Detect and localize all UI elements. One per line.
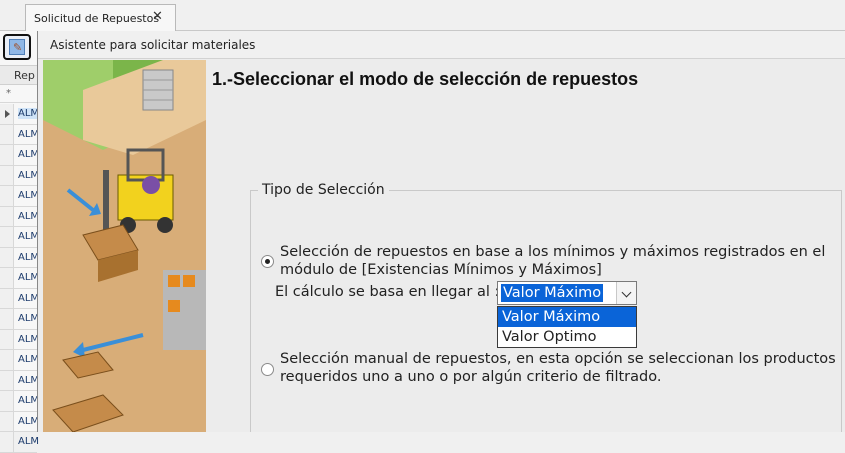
table-cell: ALM	[18, 210, 40, 222]
row-indicator[interactable]	[0, 411, 14, 431]
wizard-window: Asistente para solicitar materiales 1.-S…	[37, 31, 845, 432]
wizard-title-bar: Asistente para solicitar materiales	[38, 31, 845, 59]
table-row[interactable]: ALM	[0, 247, 40, 268]
row-indicator[interactable]	[0, 165, 14, 185]
table-cell: ALM	[18, 251, 40, 263]
option-minmax-line1: Selección de repuestos en base a los mín…	[280, 244, 826, 260]
table-cell: ALM	[18, 272, 40, 283]
table-cell: ALM	[18, 313, 40, 324]
table-cell: ALM	[18, 292, 40, 304]
wizard-title: Asistente para solicitar materiales	[50, 38, 256, 52]
table-cell: ALM	[18, 231, 40, 242]
wand-icon: ✎	[9, 39, 25, 55]
combo-dropdown-list: Valor Máximo Valor Optimo	[497, 306, 637, 348]
chevron-down-icon[interactable]	[616, 282, 636, 304]
table-row[interactable]: ALM	[0, 309, 40, 330]
table-row[interactable]: ALM	[0, 104, 40, 125]
row-indicator[interactable]	[0, 432, 14, 452]
row-indicator[interactable]	[0, 104, 14, 124]
row-indicator[interactable]	[0, 145, 14, 165]
radio-manual[interactable]	[261, 363, 274, 376]
grid-new-row[interactable]: *	[0, 87, 37, 103]
row-indicator[interactable]	[0, 186, 14, 206]
table-cell: ALM	[18, 436, 40, 447]
option-manual-line1: Selección manual de repuestos, en esta o…	[280, 351, 836, 367]
table-cell: ALM	[18, 333, 40, 345]
row-indicator[interactable]	[0, 206, 14, 226]
table-row[interactable]: ALM	[0, 432, 40, 453]
row-indicator[interactable]	[0, 268, 14, 288]
table-row[interactable]: ALM	[0, 288, 40, 309]
radio-minmax[interactable]	[261, 255, 274, 268]
table-row[interactable]: ALM	[0, 391, 40, 412]
table-row[interactable]: ALM	[0, 165, 40, 186]
row-indicator[interactable]	[0, 227, 14, 247]
table-row[interactable]: ALM	[0, 145, 40, 166]
group-legend: Tipo de Selección	[258, 182, 389, 198]
row-indicator[interactable]	[0, 247, 14, 267]
table-row[interactable]: ALM	[0, 350, 40, 371]
table-row[interactable]: ALM	[0, 206, 40, 227]
wizard-tool-button[interactable]: ✎	[3, 34, 31, 60]
tab-label: Solicitud de Repuestos	[34, 12, 160, 25]
row-indicator[interactable]	[0, 124, 14, 144]
table-cell: ALM	[18, 108, 40, 119]
step-title: 1.-Seleccionar el modo de selección de r…	[212, 69, 639, 89]
row-indicator[interactable]	[0, 309, 14, 329]
table-row[interactable]: ALM	[0, 227, 40, 248]
row-indicator[interactable]	[0, 329, 14, 349]
row-indicator[interactable]	[0, 391, 14, 411]
table-row[interactable]: ALM	[0, 124, 40, 145]
table-row[interactable]: ALM	[0, 268, 40, 289]
table-cell: ALM	[18, 374, 40, 386]
table-row[interactable]: ALM	[0, 411, 40, 432]
close-icon[interactable]: ✕	[152, 9, 163, 24]
calc-label: El cálculo se basa en llegar al :	[275, 284, 500, 300]
target-value-select[interactable]: Valor Máximo	[497, 281, 637, 305]
combo-selected-value: Valor Máximo	[501, 284, 604, 302]
grid-column-header[interactable]: Rep	[0, 65, 37, 85]
row-indicator[interactable]	[0, 350, 14, 370]
combo-option-maximo[interactable]: Valor Máximo	[498, 307, 636, 327]
table-cell: ALM	[18, 354, 40, 365]
tab-strip: Solicitud de Repuestos ✕	[0, 0, 845, 31]
row-indicator[interactable]	[0, 370, 14, 390]
table-cell: ALM	[18, 128, 40, 140]
table-cell: ALM	[18, 395, 40, 406]
combo-option-optimo[interactable]: Valor Optimo	[498, 327, 636, 347]
table-row[interactable]: ALM	[0, 370, 40, 391]
table-row[interactable]: ALM	[0, 186, 40, 207]
tab-solicitud-repuestos[interactable]: Solicitud de Repuestos ✕	[25, 4, 176, 31]
grid-rows: ALM ALM ALM ALM ALM ALM ALM ALM ALM ALM ALM ALM ALM A…	[0, 104, 40, 453]
table-cell: ALM	[18, 190, 40, 201]
table-cell: ALM	[18, 149, 40, 160]
warehouse-illustration	[43, 60, 206, 432]
option-minmax-line2: módulo de [Existencias Mínimos y Máximos…	[280, 262, 602, 278]
table-cell: ALM	[18, 169, 40, 181]
left-pane: ✎ Rep * ALM ALM ALM ALM ALM ALM ALM ALM ALM ALM AL…	[0, 31, 40, 453]
table-cell: ALM	[18, 415, 40, 427]
table-row[interactable]: ALM	[0, 329, 40, 350]
row-indicator[interactable]	[0, 288, 14, 308]
option-manual-line2: requeridos uno a uno o por algún criteri…	[280, 369, 662, 385]
